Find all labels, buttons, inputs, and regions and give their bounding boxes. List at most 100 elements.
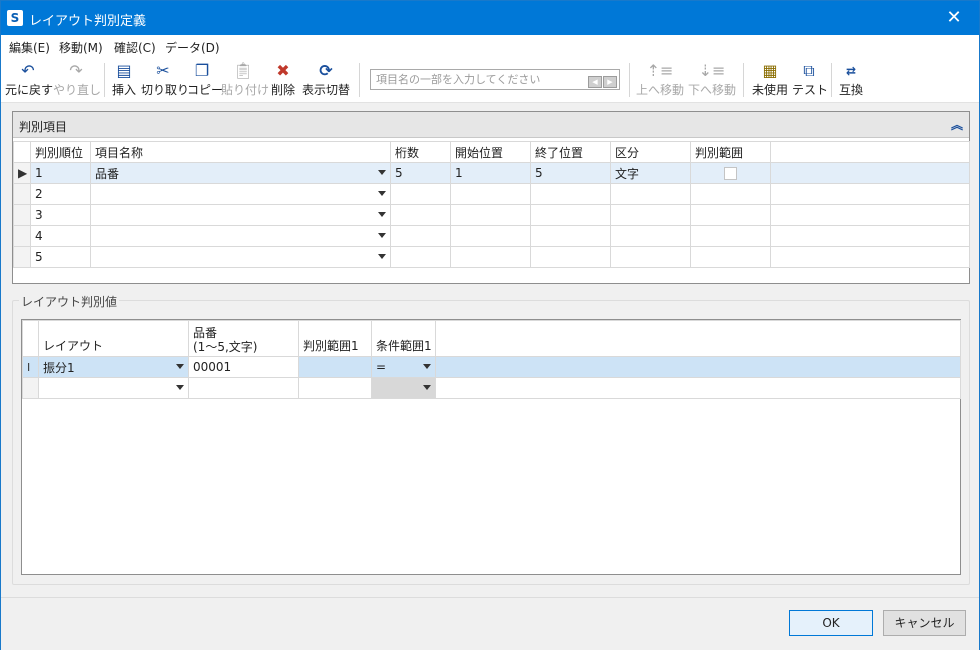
- item-value-cell[interactable]: [188, 377, 299, 399]
- start-position-cell[interactable]: [450, 183, 531, 205]
- table-row[interactable]: [22, 377, 961, 399]
- layout-combo[interactable]: [38, 377, 189, 399]
- row-header: [13, 204, 31, 226]
- item-value-cell[interactable]: 00001: [188, 356, 299, 378]
- range-cell[interactable]: [690, 204, 771, 226]
- table-row[interactable]: ▶ 1 品番 5 1 5 文字: [13, 162, 970, 184]
- column-header[interactable]: 判別範囲: [690, 141, 771, 163]
- start-position-cell[interactable]: [450, 225, 531, 247]
- start-position-cell[interactable]: [450, 204, 531, 226]
- search-next-icon[interactable]: ▶: [603, 76, 617, 88]
- order-cell[interactable]: 5: [30, 246, 91, 268]
- test-button[interactable]: ⧉ テスト: [792, 61, 828, 101]
- dropdown-arrow-icon[interactable]: [378, 212, 386, 217]
- column-header[interactable]: 区分: [610, 141, 691, 163]
- column-header[interactable]: 桁数: [390, 141, 451, 163]
- digits-cell[interactable]: [390, 225, 451, 247]
- range-cell[interactable]: [690, 225, 771, 247]
- range-value-cell[interactable]: [298, 377, 372, 399]
- menu-confirm[interactable]: 確認(C): [114, 39, 156, 56]
- table-row[interactable]: 3: [13, 204, 970, 226]
- item-name-combo[interactable]: 品番: [90, 162, 391, 184]
- table-row[interactable]: 2: [13, 183, 970, 205]
- dropdown-arrow-icon[interactable]: [176, 385, 184, 390]
- digits-cell[interactable]: [390, 204, 451, 226]
- move-down-button[interactable]: ⇣≡ 下へ移動: [687, 61, 737, 101]
- paste-button[interactable]: 📋︎ 貼り付け: [221, 61, 269, 101]
- column-header-condition[interactable]: 条件範囲1: [371, 320, 436, 357]
- start-position-cell[interactable]: 1: [450, 162, 531, 184]
- order-cell[interactable]: 4: [30, 225, 91, 247]
- item-name-combo[interactable]: [90, 183, 391, 205]
- copy-button[interactable]: ❐ コピー: [187, 61, 223, 101]
- condition-combo[interactable]: =: [371, 356, 436, 378]
- column-header[interactable]: 終了位置: [530, 141, 611, 163]
- range-cell[interactable]: [690, 183, 771, 205]
- filler-cell: [435, 377, 961, 399]
- close-icon[interactable]: ✕: [943, 7, 965, 29]
- order-cell[interactable]: 2: [30, 183, 91, 205]
- digits-cell[interactable]: [390, 183, 451, 205]
- range-cell[interactable]: [690, 246, 771, 268]
- layout-combo[interactable]: 振分1: [38, 356, 189, 378]
- column-header-layout[interactable]: レイアウト: [38, 320, 189, 357]
- dropdown-arrow-icon[interactable]: [378, 170, 386, 175]
- title-bar[interactable]: S レイアウト判別定義 ✕: [1, 1, 979, 35]
- type-cell[interactable]: [610, 225, 691, 247]
- column-header[interactable]: 項目名称: [90, 141, 391, 163]
- ok-button[interactable]: OK: [789, 610, 873, 636]
- column-header[interactable]: 開始位置: [450, 141, 531, 163]
- item-name-combo[interactable]: [90, 225, 391, 247]
- end-position-cell[interactable]: [530, 204, 611, 226]
- collapse-icon[interactable]: ︽: [951, 116, 963, 133]
- end-position-cell[interactable]: [530, 183, 611, 205]
- order-cell[interactable]: 3: [30, 204, 91, 226]
- cancel-button[interactable]: キャンセル: [883, 610, 966, 636]
- menu-edit[interactable]: 編集(E): [9, 39, 50, 56]
- digits-cell[interactable]: [390, 246, 451, 268]
- item-search-box[interactable]: ◀▶: [370, 69, 620, 90]
- type-cell[interactable]: [610, 204, 691, 226]
- column-header-item[interactable]: 品番 (1～5,文字): [188, 320, 299, 357]
- cut-button[interactable]: ✂ 切り取り: [141, 61, 189, 101]
- insert-button[interactable]: ▤ 挿入: [109, 61, 139, 101]
- dropdown-arrow-icon[interactable]: [378, 254, 386, 259]
- unused-button[interactable]: ▦ 未使用: [750, 61, 790, 101]
- item-name-combo[interactable]: [90, 204, 391, 226]
- dropdown-arrow-icon[interactable]: [423, 385, 431, 390]
- table-row[interactable]: I 振分1 00001 =: [22, 356, 961, 378]
- move-up-button[interactable]: ⇡≡ 上へ移動: [635, 61, 685, 101]
- table-row[interactable]: 5: [13, 246, 970, 268]
- item-name-combo[interactable]: [90, 246, 391, 268]
- redo-button[interactable]: ↷ やり直し: [53, 61, 101, 101]
- condition-combo[interactable]: [371, 377, 436, 399]
- range-value-cell[interactable]: [298, 356, 372, 378]
- end-position-cell[interactable]: [530, 225, 611, 247]
- delete-button[interactable]: ✖ 削除: [269, 61, 297, 101]
- search-prev-icon[interactable]: ◀: [588, 76, 602, 88]
- column-header[interactable]: 判別順位: [30, 141, 91, 163]
- dropdown-arrow-icon[interactable]: [378, 191, 386, 196]
- column-header-range[interactable]: 判別範囲1: [298, 320, 372, 357]
- digits-cell[interactable]: 5: [390, 162, 451, 184]
- range-checkbox[interactable]: [724, 167, 737, 180]
- window-title: レイアウト判別定義: [29, 14, 147, 29]
- menu-move[interactable]: 移動(M): [59, 39, 103, 56]
- order-cell[interactable]: 1: [30, 162, 91, 184]
- item-search-input[interactable]: [371, 70, 581, 89]
- type-cell[interactable]: [610, 183, 691, 205]
- dropdown-arrow-icon[interactable]: [176, 364, 184, 369]
- unused-icon: ▦: [762, 61, 778, 80]
- dropdown-arrow-icon[interactable]: [423, 364, 431, 369]
- undo-button[interactable]: ↶ 元に戻す: [5, 61, 53, 101]
- swap-button[interactable]: ⇄ 互換: [836, 61, 866, 101]
- end-position-cell[interactable]: [530, 246, 611, 268]
- menu-data[interactable]: データ(D): [165, 39, 220, 56]
- toggle-display-button[interactable]: ⟳ 表示切替: [300, 61, 352, 101]
- start-position-cell[interactable]: [450, 246, 531, 268]
- dropdown-arrow-icon[interactable]: [378, 233, 386, 238]
- type-cell[interactable]: [610, 246, 691, 268]
- type-cell[interactable]: 文字: [610, 162, 691, 184]
- end-position-cell[interactable]: 5: [530, 162, 611, 184]
- table-row[interactable]: 4: [13, 225, 970, 247]
